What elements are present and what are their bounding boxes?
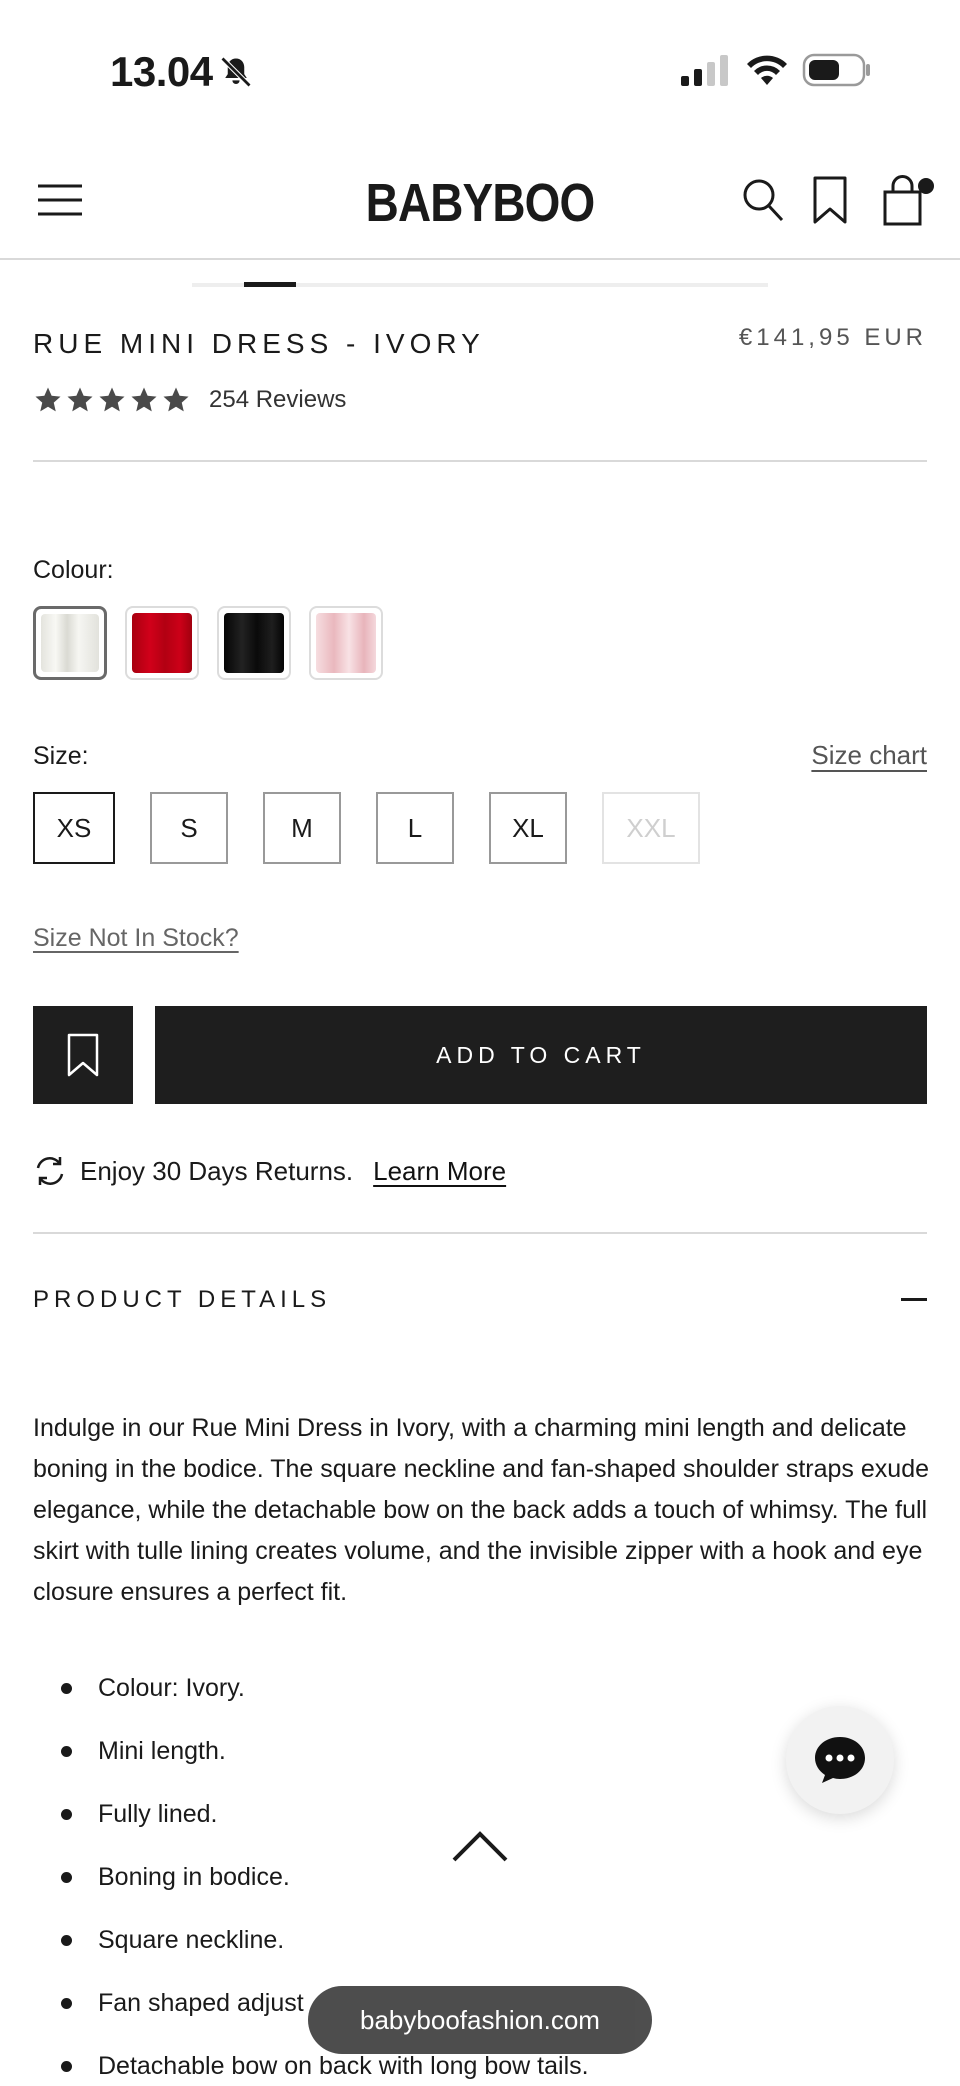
feature-item: Colour: Ivory.	[33, 1668, 589, 1731]
feature-item: Mini length.	[33, 1731, 589, 1794]
refresh-icon	[36, 1157, 64, 1185]
swatch-black[interactable]	[217, 606, 291, 680]
size-option-s[interactable]: S	[150, 792, 228, 864]
review-count[interactable]: 254 Reviews	[209, 386, 346, 414]
star-icon	[35, 387, 61, 412]
swatch-black-fill	[224, 613, 284, 673]
chat-button[interactable]	[786, 1706, 894, 1814]
colour-label: Colour:	[33, 556, 114, 584]
product-price: €141,95 EUR	[738, 324, 927, 351]
bookmark-icon	[67, 1033, 99, 1077]
returns-info: Enjoy 30 Days Returns. Learn More	[33, 1154, 506, 1188]
add-to-wishlist-button[interactable]	[33, 1006, 133, 1104]
bell-muted-icon	[220, 56, 252, 88]
chat-bubble-icon	[815, 1737, 865, 1783]
size-option-xs[interactable]: XS	[33, 792, 115, 864]
size-label: Size:	[33, 742, 89, 770]
star-icon	[163, 387, 189, 412]
size-option-xl[interactable]: XL	[489, 792, 567, 864]
swatch-ivory[interactable]	[33, 606, 107, 680]
size-chart-link[interactable]: Size chart	[811, 740, 927, 771]
swatch-red[interactable]	[125, 606, 199, 680]
size-options: XS S M L XL XXL	[33, 792, 735, 864]
product-description: Indulge in our Rue Mini Dress in Ivory, …	[33, 1414, 929, 1606]
scroll-to-top-icon[interactable]	[450, 1828, 510, 1864]
search-icon[interactable]	[742, 178, 784, 222]
colour-swatches	[33, 606, 383, 680]
add-to-cart-button[interactable]: ADD TO CART	[155, 1006, 927, 1104]
collapse-minus-icon[interactable]	[901, 1298, 927, 1301]
battery-icon	[802, 53, 870, 87]
star-icon	[67, 387, 93, 412]
status-bar: 13.04	[0, 0, 960, 140]
cellular-signal-icon	[681, 55, 728, 86]
returns-text: Enjoy 30 Days Returns.	[80, 1155, 354, 1186]
size-option-xxl[interactable]: XXL	[602, 792, 700, 864]
browser-url-bar[interactable]: babyboofashion.com	[308, 1986, 652, 2054]
shopping-bag-icon[interactable]	[880, 174, 936, 226]
star-icon	[131, 387, 157, 412]
swatch-red-fill	[132, 613, 192, 673]
wishlist-icon[interactable]	[812, 176, 848, 224]
size-option-m[interactable]: M	[263, 792, 341, 864]
swatch-pink[interactable]	[309, 606, 383, 680]
site-header: BABYBOO	[0, 140, 960, 260]
gallery-progress-bar	[192, 282, 768, 287]
status-time: 13.04	[110, 48, 213, 95]
divider	[33, 460, 927, 462]
feature-item: Square neckline.	[33, 1920, 589, 1983]
gallery-progress-thumb	[244, 282, 296, 287]
size-option-l[interactable]: L	[376, 792, 454, 864]
feature-item: Boning in bodice.	[33, 1857, 589, 1920]
divider	[33, 1232, 927, 1234]
swatch-pink-fill	[316, 613, 376, 673]
size-not-in-stock-link[interactable]: Size Not In Stock?	[33, 924, 239, 953]
product-details-heading[interactable]: PRODUCT DETAILS	[33, 1286, 331, 1314]
product-rating[interactable]: 254 Reviews	[33, 380, 346, 420]
product-title: RUE MINI DRESS - IVORY	[33, 328, 485, 359]
swatch-ivory-fill	[41, 614, 99, 672]
star-icon	[99, 387, 125, 412]
wifi-icon	[747, 55, 787, 85]
learn-more-link[interactable]: Learn More	[373, 1156, 506, 1187]
